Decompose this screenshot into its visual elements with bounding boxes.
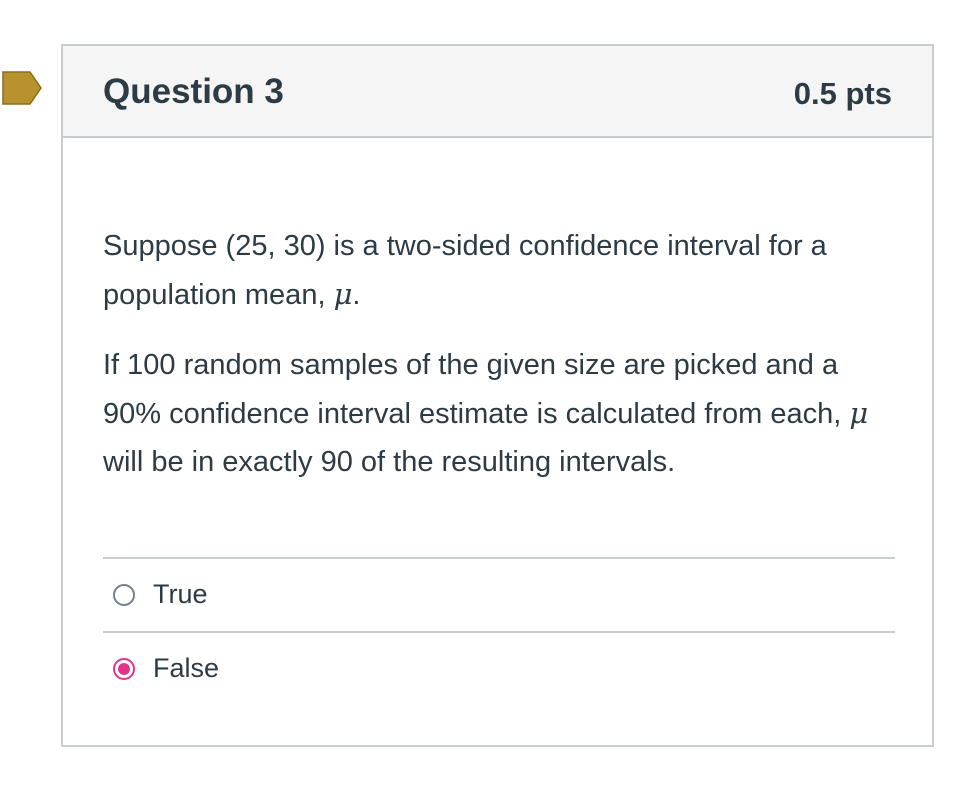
question-text: Suppose (25, 30) is a two-sided confiden… [103,222,903,508]
question-title: Question 3 [103,72,284,111]
answer-option-false[interactable]: False [103,631,895,705]
answer-label-false[interactable]: False [153,651,219,685]
answer-option-true[interactable]: True [103,557,895,631]
mu-symbol: μ [849,396,869,430]
question-header: Question 3 0.5 pts [63,46,932,138]
question-paragraph-1: Suppose (25, 30) is a two-sided confiden… [103,222,903,319]
radio-button-false[interactable] [113,658,135,680]
mu-symbol: μ [333,277,353,311]
paragraph-1-text: Suppose (25, 30) is a two-sided confiden… [103,230,827,311]
question-card: Question 3 0.5 pts Suppose (25, 30) is a… [61,44,934,747]
paragraph-1-end: . [352,279,361,311]
question-points: 0.5 pts [793,76,892,111]
flag-marker-icon[interactable] [2,71,42,105]
paragraph-2-end: will be in exactly 90 of the resulting i… [103,446,676,478]
radio-button-true[interactable] [113,584,135,606]
answer-list: True False [103,557,895,705]
answer-label-true[interactable]: True [153,577,208,611]
question-paragraph-2: If 100 random samples of the given size … [103,341,903,486]
paragraph-2-text: If 100 random samples of the given size … [103,349,850,430]
